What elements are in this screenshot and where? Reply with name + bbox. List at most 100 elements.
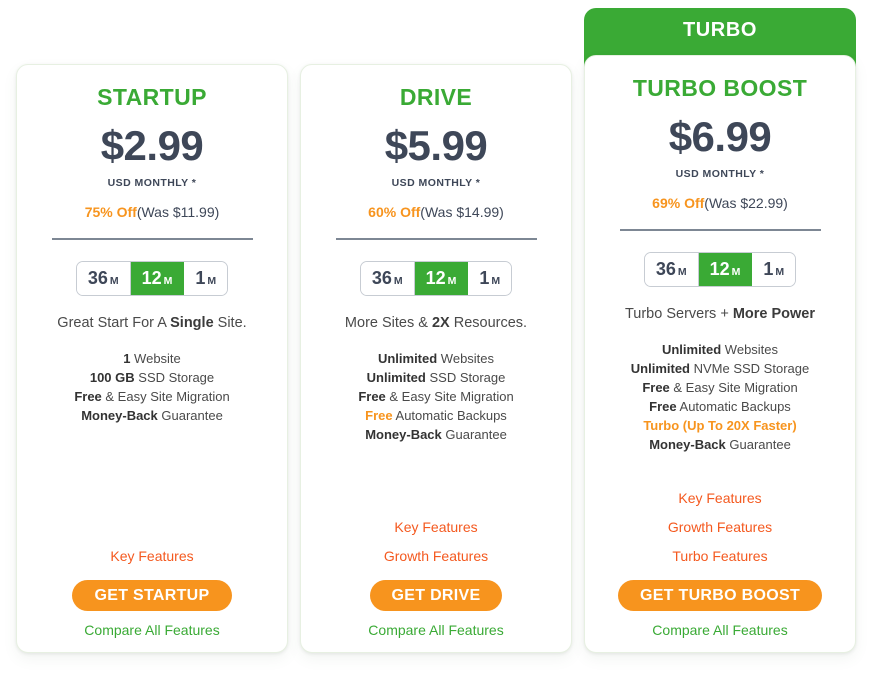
discount-percent-startup: 75% Off <box>84 204 137 220</box>
term-value: 1 <box>195 268 206 288</box>
feature-link-key-features-startup[interactable]: Key Features <box>31 542 273 571</box>
feature-segment: Websites <box>437 351 495 366</box>
feature-segment: & Easy Site Migration <box>385 389 514 404</box>
plan-discount-startup: 75% Off(Was $11.99) <box>31 189 273 220</box>
card-footer-startup: Key Features GET STARTUP Compare All Featu… <box>31 542 273 638</box>
plan-tagline-turbo-boost: Turbo Servers + More Power <box>599 287 841 322</box>
plan-price-drive: $5.99 <box>384 122 488 169</box>
divider-turbo-boost <box>619 229 821 231</box>
feature-link-turbo-features-turbo-boost[interactable]: Turbo Features <box>599 542 841 571</box>
tagline-part: Single <box>170 315 214 331</box>
cta-button-turbo-boost[interactable]: GET TURBO BOOST <box>617 580 823 611</box>
feature-item: Unlimited Websites <box>599 340 841 359</box>
term-value: 36 <box>371 268 392 288</box>
feature-link-key-features-drive[interactable]: Key Features <box>315 513 557 542</box>
compare-all-features-link-startup[interactable]: Compare All Features <box>31 622 273 638</box>
feature-links-drive: Key Features Growth Features <box>315 513 557 571</box>
feature-links-startup: Key Features <box>31 542 273 571</box>
term-option-1m-turbo-boost[interactable]: 1M <box>752 253 796 286</box>
discount-original-price-turbo-boost: (Was $22.99) <box>704 195 788 211</box>
feature-segment: Turbo (Up To 20X Faster) <box>643 418 797 433</box>
feature-item: Money-Back Guarantee <box>31 406 273 425</box>
feature-segment: Unlimited <box>366 370 426 385</box>
card-footer-drive: Key Features Growth Features GET DRIVE Comp… <box>315 513 557 638</box>
feature-link-growth-features-turbo-boost[interactable]: Growth Features <box>599 513 841 542</box>
feature-item: Money-Back Guarantee <box>599 435 841 454</box>
compare-all-features-link-turbo-boost[interactable]: Compare All Features <box>599 622 841 638</box>
feature-segment: Free <box>365 408 393 423</box>
term-group-drive: 36 M 12 M 1 M <box>359 261 513 296</box>
divider-startup <box>51 238 253 240</box>
term-suffix: M <box>163 275 173 287</box>
pricing-table: TURBO STARTUP $2.99 USD MONTHLY * 75% Off(W… <box>0 0 871 686</box>
term-option-1m-startup[interactable]: 1M <box>184 262 228 295</box>
feature-item: Unlimited Websites <box>315 349 557 368</box>
compare-all-features-link-drive[interactable]: Compare All Features <box>315 622 557 638</box>
plan-price-startup: $2.99 <box>100 122 204 169</box>
feature-segment: 100 GB <box>89 370 135 385</box>
plan-card-startup: STARTUP $2.99 USD MONTHLY * 75% Off(Was $11… <box>16 64 288 653</box>
term-value: 1 <box>763 259 774 279</box>
plan-card-drive: DRIVE $5.99 USD MONTHLY * 60% Off(Was $14.9… <box>300 64 572 653</box>
plan-price-unit-startup: USD MONTHLY * <box>107 177 197 189</box>
term-option-36m-startup[interactable]: 36 M <box>76 262 131 295</box>
discount-original-price-startup: (Was $11.99) <box>136 204 220 220</box>
feature-link-key-features-turbo-boost[interactable]: Key Features <box>599 484 841 513</box>
plan-card-turbo-boost: TURBO BOOST $6.99 USD MONTHLY * 69% Off(Was… <box>584 55 856 653</box>
plan-name-turbo-boost: TURBO BOOST <box>632 75 808 101</box>
feature-item: Free & Easy Site Migration <box>315 387 557 406</box>
term-value: 36 <box>655 259 676 279</box>
feature-segment: Free <box>74 389 102 404</box>
feature-segment: Unlimited <box>661 342 722 357</box>
feature-segment: & Easy Site Migration <box>101 389 230 404</box>
tagline-part: Great Start For A <box>57 315 171 331</box>
feature-link-growth-features-drive[interactable]: Growth Features <box>315 542 557 571</box>
feature-item: Unlimited NVMe SSD Storage <box>599 359 841 378</box>
discount-percent-drive: 60% Off <box>368 204 421 220</box>
feature-list-startup: 1 Website 100 GB SSD Storage Free & Easy S… <box>31 331 273 425</box>
plan-discount-turbo-boost: 69% Off(Was $22.99) <box>599 180 841 211</box>
term-value: 1 <box>479 268 490 288</box>
term-selector-turbo-boost: 36 M 12 M 1 M <box>599 252 841 287</box>
feature-segment: Unlimited <box>630 361 690 376</box>
cta-button-drive[interactable]: GET DRIVE <box>369 580 503 611</box>
term-suffix: M <box>447 275 457 287</box>
feature-item: Free & Easy Site Migration <box>31 387 273 406</box>
feature-segment: Guarantee <box>725 437 791 452</box>
plan-tagline-startup: Great Start For A Single Site. <box>31 296 273 331</box>
term-option-12m-drive[interactable]: 12 M <box>414 262 469 295</box>
tagline-part: Resources. <box>449 315 528 331</box>
term-option-36m-turbo-boost[interactable]: 36 M <box>644 253 699 286</box>
term-group-startup: 36 M 12 M 1 M <box>75 261 229 296</box>
feature-segment: NVMe SSD Storage <box>690 361 810 376</box>
feature-segment: Automatic Backups <box>676 399 791 414</box>
plan-name-drive: DRIVE <box>399 84 473 110</box>
tagline-part: 2X <box>431 315 450 331</box>
feature-segment: SSD Storage <box>134 370 215 385</box>
feature-segment: Guarantee <box>441 427 507 442</box>
term-value: 36 <box>87 268 108 288</box>
term-option-36m-drive[interactable]: 36 M <box>360 262 415 295</box>
feature-item: Free & Easy Site Migration <box>599 378 841 397</box>
feature-item: Money-Back Guarantee <box>315 425 557 444</box>
feature-item: Turbo (Up To 20X Faster) <box>599 416 841 435</box>
term-selector-drive: 36 M 12 M 1 M <box>315 261 557 296</box>
feature-item: Unlimited SSD Storage <box>315 368 557 387</box>
tagline-part: More Sites & <box>344 315 432 331</box>
discount-original-price-drive: (Was $14.99) <box>420 204 504 220</box>
feature-item: Free Automatic Backups <box>315 406 557 425</box>
discount-percent-turbo-boost: 69% Off <box>652 195 705 211</box>
term-selector-startup: 36 M 12 M 1 M <box>31 261 273 296</box>
term-suffix: M <box>677 266 687 278</box>
term-option-1m-drive[interactable]: 1M <box>468 262 512 295</box>
tagline-part: More Power <box>732 306 816 322</box>
plan-price-unit-turbo-boost: USD MONTHLY * <box>675 168 765 180</box>
term-option-12m-turbo-boost[interactable]: 12 M <box>698 253 753 286</box>
divider-drive <box>335 238 537 240</box>
plan-tagline-drive: More Sites & 2X Resources. <box>315 296 557 331</box>
term-value: 12 <box>709 259 730 279</box>
cta-button-startup[interactable]: GET STARTUP <box>72 580 232 611</box>
plan-discount-drive: 60% Off(Was $14.99) <box>315 189 557 220</box>
tagline-part: Site. <box>213 315 247 331</box>
term-option-12m-startup[interactable]: 12 M <box>130 262 185 295</box>
